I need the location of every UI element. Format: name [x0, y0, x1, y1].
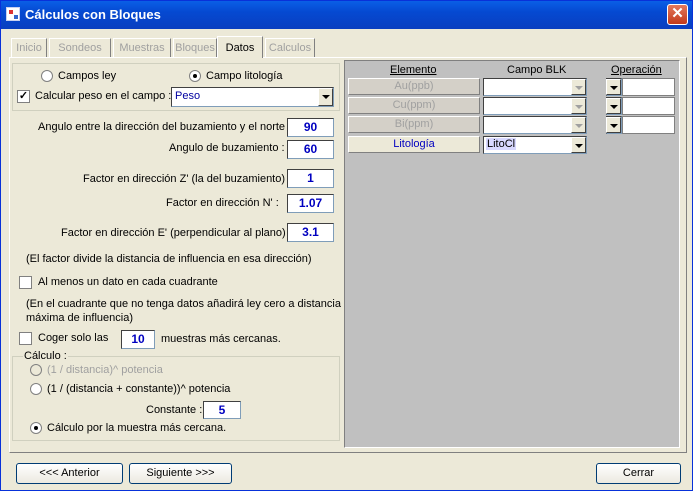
chevron-down-icon[interactable]	[606, 98, 621, 114]
angulo-norte-label: Angulo entre la dirección del buzamiento…	[38, 121, 292, 133]
chevron-down-icon[interactable]	[606, 79, 621, 95]
radio-calc-opt2[interactable]	[30, 383, 42, 395]
col-head-operacion: Operación	[611, 64, 662, 76]
tab-datos[interactable]: Datos	[217, 36, 263, 58]
factor-e-input[interactable]: 3.1	[287, 223, 334, 242]
tab-calculos[interactable]: Calculos	[265, 38, 315, 58]
radio-campos-ley[interactable]	[41, 70, 53, 82]
coger-suffix: muestras más cercanas.	[161, 333, 281, 345]
factor-z-input[interactable]: 1	[287, 169, 334, 188]
element-button-au[interactable]: Au(ppb)	[348, 78, 480, 95]
campo-select-cu[interactable]	[483, 97, 587, 115]
constante-input[interactable]: 5	[203, 401, 241, 419]
radio-campo-litologia-label: Campo litología	[206, 70, 283, 82]
operacion-select-cu[interactable]	[606, 97, 622, 115]
calculo-title: Cálculo :	[23, 350, 68, 362]
calc-opt2-label: (1 / (distancia + constante))^ potencia	[47, 383, 231, 395]
al-menos-checkbox[interactable]	[19, 276, 32, 289]
calc-opt1-label: (1 / distancia)^ potencia	[47, 364, 163, 376]
operacion-value-cu[interactable]	[622, 97, 675, 115]
cuadrante-note-line1: (En el cuadrante que no tenga datos añad…	[26, 298, 341, 310]
peso-field-value: Peso	[175, 90, 201, 102]
calc-peso-checkbox[interactable]: ✓	[17, 90, 30, 103]
operacion-select-bi[interactable]	[606, 116, 622, 134]
radio-campos-ley-label: Campos ley	[58, 70, 117, 82]
element-button-cu[interactable]: Cu(ppm)	[348, 97, 480, 114]
chevron-down-icon[interactable]	[571, 117, 586, 133]
calc-peso-label: Calcular peso en el campo :	[35, 90, 172, 102]
calc-opt3-label: Cálculo por la muestra más cercana.	[47, 422, 227, 434]
campo-select-litologia[interactable]: LitoCl	[483, 136, 587, 154]
radio-campo-litologia[interactable]	[189, 70, 201, 82]
chevron-down-icon[interactable]	[571, 137, 586, 153]
chevron-down-icon[interactable]	[606, 117, 621, 133]
campo-select-bi[interactable]	[483, 116, 587, 134]
tab-muestras[interactable]: Muestras	[113, 38, 171, 58]
angulo-buz-label: Angulo de buzamiento :	[169, 142, 285, 154]
factor-n-label: Factor en dirección N' :	[166, 197, 279, 209]
coger-checkbox[interactable]	[19, 332, 32, 345]
radio-calc-opt3[interactable]	[30, 422, 42, 434]
tab-sondeos[interactable]: Sondeos	[49, 38, 111, 58]
campo-value-litologia: LitoCl	[486, 138, 517, 150]
angulo-norte-input[interactable]: 90	[287, 118, 334, 137]
peso-field-select[interactable]: Peso	[171, 87, 334, 107]
constante-label: Constante :	[146, 404, 203, 416]
chevron-down-icon[interactable]	[571, 98, 586, 114]
element-grid: Elemento Campo BLK Operación Au(ppb) Cu(…	[344, 60, 680, 448]
tab-bloques[interactable]: Bloques	[173, 38, 217, 58]
element-button-litologia[interactable]: Litología	[348, 136, 480, 153]
cuadrante-note-line2: máxima de influencia)	[26, 312, 133, 324]
al-menos-label: Al menos un dato en cada cuadrante	[38, 276, 218, 288]
chevron-down-icon[interactable]	[571, 79, 586, 95]
factor-z-label: Factor en dirección Z' (la del buzamient…	[83, 173, 292, 185]
coger-label: Coger solo las	[38, 332, 109, 344]
window-title: Cálculos con Bloques	[25, 7, 161, 22]
factor-e-label: Factor en dirección E' (perpendicular al…	[61, 227, 292, 239]
operacion-select-au[interactable]	[606, 78, 622, 96]
app-icon	[6, 7, 20, 21]
radio-calc-opt1[interactable]	[30, 364, 42, 376]
angulo-buz-input[interactable]: 60	[287, 140, 334, 159]
cerrar-button[interactable]: Cerrar	[596, 463, 681, 484]
close-icon: ✕	[671, 5, 684, 22]
main-window: Cálculos con Bloques ✕ Inicio Sondeos Mu…	[0, 0, 693, 491]
anterior-button[interactable]: <<< Anterior	[16, 463, 123, 484]
operacion-value-au[interactable]	[622, 78, 675, 96]
close-button[interactable]: ✕	[667, 4, 688, 25]
siguiente-button[interactable]: Siguiente >>>	[129, 463, 232, 484]
factor-n-input[interactable]: 1.07	[287, 194, 334, 213]
chevron-down-icon[interactable]	[318, 88, 333, 106]
factor-note: (El factor divide la distancia de influe…	[26, 253, 312, 265]
coger-input[interactable]: 10	[121, 330, 155, 349]
title-bar[interactable]: Cálculos con Bloques ✕	[1, 1, 692, 29]
element-button-bi[interactable]: Bi(ppm)	[348, 116, 480, 133]
campo-select-au[interactable]	[483, 78, 587, 96]
col-head-elemento: Elemento	[390, 64, 437, 76]
operacion-value-bi[interactable]	[622, 116, 675, 134]
tab-inicio[interactable]: Inicio	[11, 38, 47, 58]
col-head-campo: Campo BLK	[507, 64, 567, 76]
